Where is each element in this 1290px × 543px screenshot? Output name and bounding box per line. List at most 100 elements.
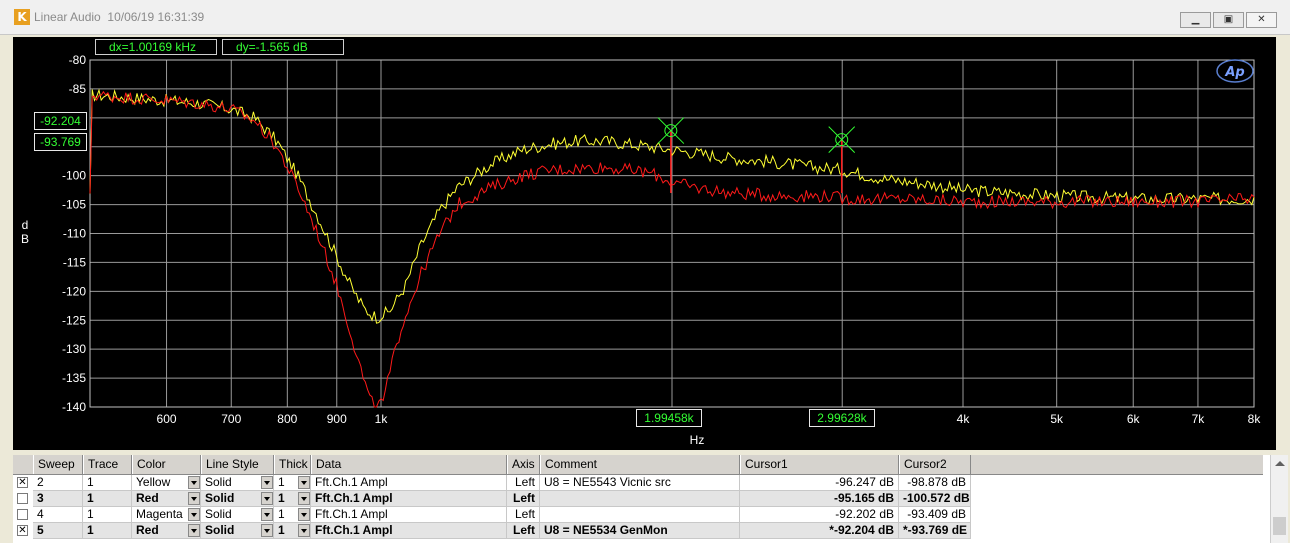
y-tick-label: -125 [62,313,86,327]
chevron-down-icon[interactable] [188,524,200,537]
column-header-cursor2[interactable]: Cursor2 [899,455,971,474]
cell-text: 1 [278,475,285,489]
cell-data[interactable]: Fft.Ch.1 Ampl [311,523,507,539]
cell-cursor1: -92.202 dB [740,507,899,523]
y-tick-label: -135 [62,371,86,385]
plot-area[interactable]: 6007008009001k2k3k4k5k6k7k8k-80-85-90-95… [13,37,1276,450]
chevron-down-icon[interactable] [188,508,200,521]
chevron-down-icon[interactable] [261,508,273,521]
cell-text: Fft.Ch.1 Ampl [315,507,388,521]
chevron-down-icon[interactable] [261,524,273,537]
column-header-trace[interactable]: Trace [83,455,132,474]
cell-text: Fft.Ch.1 Ampl [315,475,388,489]
trace-table[interactable]: Sweep Trace Color Line Style Thick Data Axis Co… [13,455,1288,543]
table-row[interactable]: 4 1 Magenta Solid 1 Fft.Ch.1 Ampl Left -92.202 … [13,507,1263,523]
table-row[interactable]: ✕ 5 1 Red Solid 1 Fft.Ch.1 Ampl Left U8 = NE5534… [13,523,1263,539]
cell-text: -96.247 dB [835,475,894,489]
cell-text: 1 [278,523,285,537]
cell-comment[interactable]: U8 = NE5534 GenMon [540,523,740,539]
window-timestamp: 10/06/19 16:31:39 [107,10,205,24]
cell-axis: Left [507,475,540,491]
cell-axis: Left [507,507,540,523]
chevron-down-icon[interactable] [261,476,273,489]
cell-thick[interactable]: 1 [274,491,311,507]
column-header-color[interactable]: Color [132,455,201,474]
cell-thick[interactable]: 1 [274,475,311,491]
column-header-cursor1[interactable]: Cursor1 [740,455,899,474]
cursor2-y-value[interactable]: -93.769 [34,133,87,151]
scroll-thumb[interactable] [1273,517,1286,535]
column-header-line-style[interactable]: Line Style [201,455,274,474]
cell-text: Magenta [136,507,183,521]
cell-text: 1 [87,523,94,537]
column-header-sweep[interactable]: Sweep [33,455,83,474]
cell-text: -92.202 dB [835,507,894,521]
row-checkbox[interactable]: ✕ [17,525,28,536]
window-title-text: Linear Audio [34,10,101,24]
column-header-thick[interactable]: Thick [274,455,311,474]
cell-text: -95.165 dB [833,491,894,505]
cell-data[interactable]: Fft.Ch.1 Ampl [311,507,507,523]
restore-button[interactable]: ▣ [1213,12,1244,28]
column-header-axis[interactable]: Axis [507,455,540,474]
cell-text: *-93.769 dE [903,523,968,537]
cell-sweep: 2 [33,475,83,491]
ap-logo-icon: Ap [1216,59,1254,83]
chevron-down-icon[interactable] [188,492,200,505]
dx-readout: dx=1.00169 kHz [95,39,217,55]
x-tick-label: 900 [327,412,347,426]
cell-text: Solid [205,523,235,537]
cell-axis: Left [507,491,540,507]
cell-style[interactable]: Solid [201,475,274,491]
cell-text: -98.878 dB [907,475,966,489]
row-checkbox[interactable] [17,509,28,520]
cell-cursor2: -100.572 dB [899,491,971,507]
chevron-down-icon[interactable] [298,524,310,537]
table-row[interactable]: ✕ 2 1 Yellow Solid 1 Fft.Ch.1 Ampl Left U8 = NE5… [13,475,1263,491]
cell-text: 1 [87,475,94,489]
maximize-icon: ▣ [1223,14,1234,25]
cursor2-x-value[interactable]: 2.99628k [809,409,875,427]
y-tick-label: -80 [69,53,87,67]
cell-style[interactable]: Solid [201,523,274,539]
cell-color[interactable]: Red [132,523,201,539]
scroll-up-icon[interactable] [1275,461,1285,466]
cell-style[interactable]: Solid [201,507,274,523]
close-button[interactable]: ✕ [1246,12,1277,28]
cell-thick[interactable]: 1 [274,523,311,539]
fft-chart[interactable]: 6007008009001k2k3k4k5k6k7k8k-80-85-90-95… [13,37,1276,450]
cell-comment[interactable]: U8 = NE5543 Vicnic src [540,475,740,491]
cell-text: 3 [37,491,44,505]
cell-cursor2: *-93.769 dE [899,523,971,539]
cell-data[interactable]: Fft.Ch.1 Ampl [311,491,507,507]
cell-text: 4 [37,507,44,521]
cell-style[interactable]: Solid [201,491,274,507]
cell-trace: 1 [83,507,132,523]
chevron-down-icon[interactable] [188,476,200,489]
cell-sweep: 3 [33,491,83,507]
chevron-down-icon[interactable] [298,492,310,505]
cell-data[interactable]: Fft.Ch.1 Ampl [311,475,507,491]
cell-color[interactable]: Yellow [132,475,201,491]
x-tick-label: 600 [157,412,177,426]
minimize-button[interactable]: ▁ [1180,12,1211,28]
table-scrollbar[interactable] [1270,455,1288,543]
chevron-down-icon[interactable] [298,508,310,521]
cursor1-y-value[interactable]: -92.204 [34,112,87,130]
cell-text: Left [513,523,535,537]
chevron-down-icon[interactable] [298,476,310,489]
cell-color[interactable]: Red [132,491,201,507]
cell-color[interactable]: Magenta [132,507,201,523]
chevron-down-icon[interactable] [261,492,273,505]
column-header-data[interactable]: Data [311,455,507,474]
column-header-comment[interactable]: Comment [540,455,740,474]
cell-comment[interactable] [540,507,740,523]
cursor1-x-value[interactable]: 1.99458k [636,409,702,427]
row-checkbox[interactable]: ✕ [17,477,28,488]
row-checkbox[interactable] [17,493,28,504]
cell-comment[interactable] [540,491,740,507]
cell-text: 1 [87,507,94,521]
table-row[interactable]: 3 1 Red Solid 1 Fft.Ch.1 Ampl Left -95.165 dB -1… [13,491,1263,507]
cell-thick[interactable]: 1 [274,507,311,523]
cell-text: Solid [205,475,232,489]
